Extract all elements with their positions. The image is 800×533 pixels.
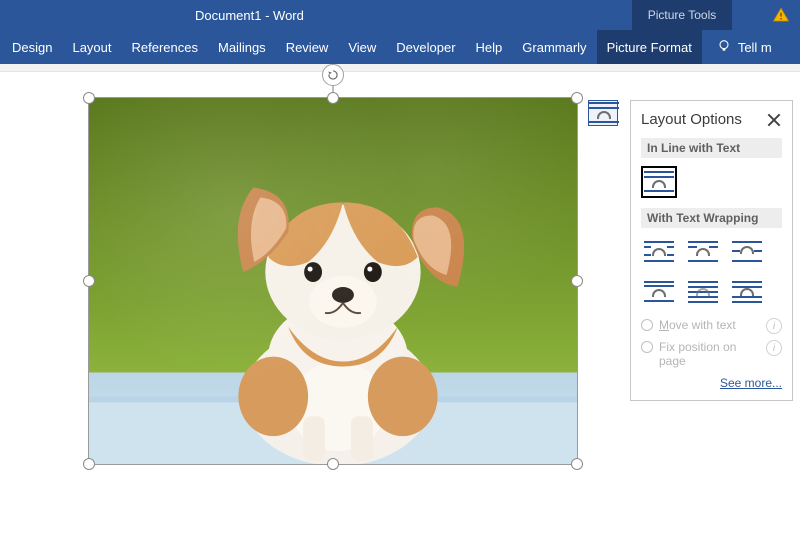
title-bar: Document1 - Word Picture Tools [0,0,800,30]
ribbon-tab-developer[interactable]: Developer [386,30,465,64]
contextual-tab-picture-tools[interactable]: Picture Tools [632,0,732,30]
ribbon-tab-layout[interactable]: Layout [62,30,121,64]
radio-fix-position: Fix position on page i [641,340,782,368]
layout-options-flyout: Layout Options In Line with Text With Te… [630,100,793,401]
wrap-tight-icon [688,240,718,264]
section-wrap-label: With Text Wrapping [641,208,782,228]
radio-label: Move with text [659,318,760,332]
wrap-option-tight[interactable] [685,236,721,268]
info-icon[interactable]: i [766,318,782,334]
ribbon-tab-help[interactable]: Help [466,30,513,64]
inline-option-grid [641,166,782,198]
resize-handle-top-right[interactable] [571,92,583,104]
wrap-option-through[interactable] [729,236,765,268]
wrap-through-icon [732,240,762,264]
contextual-tab-label: Picture Tools [648,8,716,22]
resize-handle-bottom-middle[interactable] [327,458,339,470]
see-more-row: See more... [641,374,782,392]
wrap-behind-icon [688,280,718,304]
radio-icon [641,319,653,331]
ribbon-tabs: Design Layout References Mailings Review… [0,30,800,64]
wrap-option-top-and-bottom[interactable] [641,276,677,308]
wrap-in-line-icon [644,170,674,194]
lightbulb-icon [716,38,732,57]
radio-icon [641,341,653,353]
resize-handle-middle-left[interactable] [83,275,95,287]
ribbon-tab-picture-format[interactable]: Picture Format [597,30,702,64]
ribbon-tab-view[interactable]: View [338,30,386,64]
resize-handle-bottom-right[interactable] [571,458,583,470]
radio-label: Fix position on page [659,340,760,368]
selected-picture[interactable] [88,97,578,465]
tell-me-search[interactable]: Tell m [716,38,772,57]
wrap-option-grid [641,236,782,308]
ribbon-tab-references[interactable]: References [122,30,208,64]
ruler [0,64,800,72]
rotate-icon [326,68,340,82]
ribbon-tab-grammarly[interactable]: Grammarly [512,30,596,64]
warning-icon[interactable] [772,6,790,29]
wrap-option-square[interactable] [641,236,677,268]
layout-options-toggle[interactable] [588,100,618,126]
wrap-option-in-front-of-text[interactable] [729,276,765,308]
resize-handle-top-left[interactable] [83,92,95,104]
section-inline-label: In Line with Text [641,138,782,158]
rotation-handle[interactable] [322,64,344,86]
see-more-link[interactable]: See more... [720,376,782,390]
resize-handle-bottom-left[interactable] [83,458,95,470]
wrap-option-behind-text[interactable] [685,276,721,308]
ribbon-tab-design[interactable]: Design [2,30,62,64]
wrap-front-icon [732,280,762,304]
wrap-square-icon [644,240,674,264]
resize-handle-middle-right[interactable] [571,275,583,287]
wrap-option-in-line-with-text[interactable] [641,166,677,198]
tell-me-label: Tell m [738,40,772,55]
close-icon[interactable] [766,112,782,128]
ribbon-tab-mailings[interactable]: Mailings [208,30,276,64]
document-title: Document1 - Word [195,8,304,23]
radio-move-with-text: Move with text i [641,318,782,334]
layout-options-icon [589,101,617,125]
picture-content [89,98,577,464]
ribbon-tab-review[interactable]: Review [276,30,339,64]
wrap-top-bottom-icon [644,280,674,304]
resize-handle-top-middle[interactable] [327,92,339,104]
info-icon[interactable]: i [766,340,782,356]
flyout-title: Layout Options [641,111,742,128]
